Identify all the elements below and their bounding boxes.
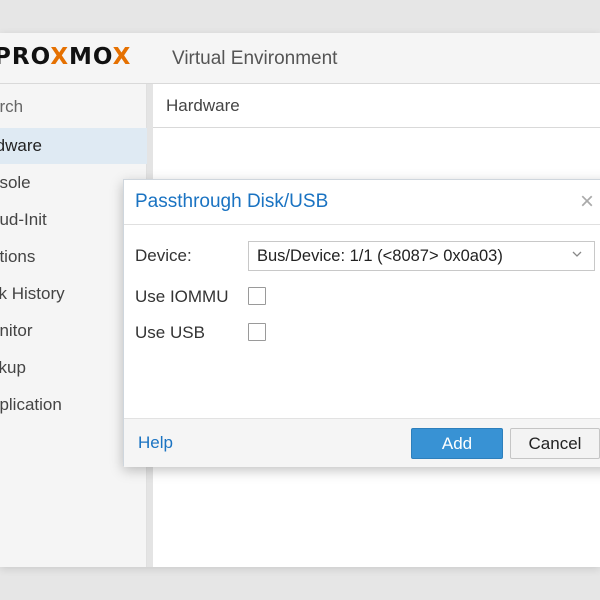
use-usb-label: Use USB (135, 323, 205, 342)
dialog-header: Passthrough Disk/USB × (124, 180, 600, 225)
dialog-title: Passthrough Disk/USB (135, 191, 329, 212)
app-header: PROXMOX Virtual Environment (0, 33, 600, 84)
proxmox-logo: PROXMOX (0, 44, 132, 70)
dialog-footer: Help Add Cancel (124, 418, 600, 467)
content-title-bar: Hardware (153, 84, 600, 128)
use-iommu-checkbox[interactable] (248, 287, 266, 305)
close-icon[interactable]: × (580, 188, 594, 216)
chevron-down-icon (572, 251, 582, 257)
passthrough-dialog: Passthrough Disk/USB × Device: Bus/Devic… (123, 179, 600, 467)
device-select-value: Bus/Device: 1/1 (<8087> 0x0a03) (257, 247, 503, 265)
help-link[interactable]: Help (138, 433, 173, 453)
sidebar-search[interactable]: arch (0, 89, 147, 125)
sidebar-item-hardware[interactable]: rdware (0, 128, 147, 164)
device-label: Device: (135, 246, 192, 265)
use-usb-checkbox[interactable] (248, 323, 266, 341)
add-button[interactable]: Add (411, 428, 503, 459)
product-name: Virtual Environment (172, 48, 338, 69)
content-title: Hardware (166, 96, 240, 115)
cancel-button[interactable]: Cancel (510, 428, 600, 459)
device-select[interactable]: Bus/Device: 1/1 (<8087> 0x0a03) (248, 241, 595, 271)
use-iommu-label: Use IOMMU (135, 287, 229, 306)
